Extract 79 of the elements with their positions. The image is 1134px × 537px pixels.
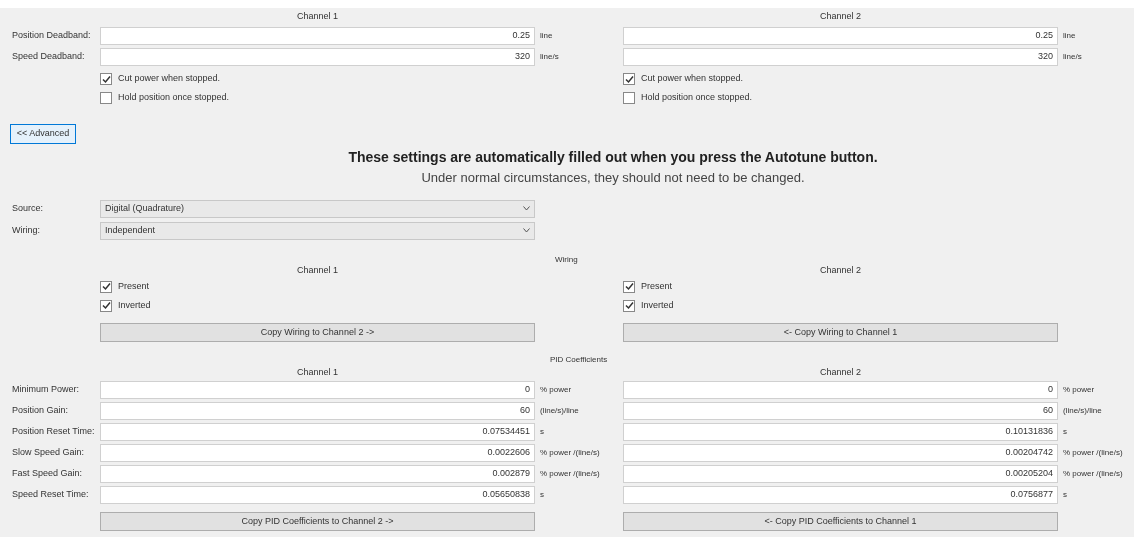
- field-label: Position Reset Time:: [12, 425, 96, 438]
- number-field[interactable]: 60: [623, 401, 1058, 420]
- unit-label: % power: [539, 383, 573, 396]
- number-field[interactable]: 0.07534451: [100, 422, 535, 441]
- field-label: Position Deadband:: [12, 29, 92, 43]
- chevron-down-icon: [523, 228, 530, 233]
- unit-label: line/s: [539, 51, 560, 63]
- channel-header: Channel 1: [296, 10, 338, 23]
- number-field[interactable]: 0.00204742: [623, 443, 1058, 462]
- checkbox-label: Present: [641, 279, 673, 293]
- unit-label: s: [539, 488, 545, 501]
- checkbox[interactable]: [100, 73, 112, 85]
- number-field[interactable]: 0.00205204: [623, 464, 1058, 483]
- field-label: Minimum Power:: [12, 383, 80, 396]
- unit-label: line: [539, 30, 554, 42]
- channel-header: Channel 1: [296, 263, 338, 277]
- checkbox[interactable]: [623, 280, 635, 293]
- number-field[interactable]: 0: [100, 380, 535, 399]
- unit-label: % power /(line/s): [1062, 467, 1124, 480]
- checkmark-icon: [101, 74, 111, 84]
- chevron-down-icon: [523, 206, 530, 211]
- unit-label: s: [539, 425, 545, 438]
- checkbox-label: Hold position once stopped.: [118, 91, 230, 105]
- field-label: Source:: [12, 201, 45, 215]
- number-field[interactable]: 60: [100, 401, 535, 420]
- number-field[interactable]: 0.002879: [100, 464, 535, 483]
- checkbox[interactable]: [100, 92, 112, 104]
- unit-label: (line/s)/line: [1062, 404, 1103, 417]
- channel-header: Channel 2: [819, 263, 861, 277]
- dropdown[interactable]: Independent: [100, 221, 535, 240]
- checkbox-label: Cut power when stopped.: [118, 72, 221, 86]
- number-field[interactable]: 0.25: [623, 27, 1058, 45]
- number-field[interactable]: 320: [623, 48, 1058, 66]
- unit-label: line/s: [1062, 51, 1083, 63]
- channel-header: Channel 1: [296, 365, 338, 379]
- number-field[interactable]: 320: [100, 48, 535, 66]
- field-label: Wiring:: [12, 223, 41, 237]
- unit-label: (line/s)/line: [539, 404, 580, 417]
- checkbox-label: Present: [118, 279, 150, 293]
- field-label: Fast Speed Gain:: [12, 467, 84, 480]
- number-field[interactable]: 0.0022606: [100, 443, 535, 462]
- checkbox[interactable]: [100, 299, 112, 312]
- section-title: PID Coefficients: [549, 353, 609, 366]
- unit-label: % power /(line/s): [539, 446, 601, 459]
- checkbox[interactable]: [623, 92, 635, 104]
- dropdown[interactable]: Digital (Quadrature): [100, 199, 535, 218]
- number-field[interactable]: 0.0756877: [623, 485, 1058, 504]
- unit-label: % power /(line/s): [539, 467, 601, 480]
- field-label: Slow Speed Gain:: [12, 446, 86, 459]
- copy-button[interactable]: <- Copy PID Coefficients to Channel 1: [623, 512, 1058, 531]
- unit-label: line: [1062, 30, 1077, 42]
- number-field[interactable]: 0.05650838: [100, 485, 535, 504]
- checkbox-label: Inverted: [118, 298, 151, 312]
- copy-button[interactable]: Copy PID Coefficients to Channel 2 ->: [100, 512, 535, 531]
- channel-header: Channel 2: [819, 365, 861, 379]
- checkbox-label: Inverted: [641, 298, 674, 312]
- number-field[interactable]: 0.10131836: [623, 422, 1058, 441]
- copy-button[interactable]: Copy Wiring to Channel 2 ->: [100, 322, 535, 342]
- channel-header: Channel 2: [819, 10, 861, 23]
- unit-label: % power: [1062, 383, 1096, 396]
- field-label: Position Gain:: [12, 404, 70, 417]
- checkbox[interactable]: [623, 299, 635, 312]
- checkmark-icon: [624, 74, 634, 84]
- notice-subtitle: Under normal circumstances, they should not need to be changed.: [421, 169, 805, 187]
- field-label: Speed Reset Time:: [12, 488, 90, 501]
- checkbox-label: Cut power when stopped.: [641, 72, 744, 86]
- checkbox-label: Hold position once stopped.: [641, 91, 753, 105]
- number-field[interactable]: 0.25: [100, 27, 535, 45]
- unit-label: % power /(line/s): [1062, 446, 1124, 459]
- section-title: Wiring: [554, 253, 579, 266]
- number-field[interactable]: 0: [623, 380, 1058, 399]
- unit-label: s: [1062, 425, 1068, 438]
- checkbox[interactable]: [623, 73, 635, 85]
- unit-label: s: [1062, 488, 1068, 501]
- field-label: Speed Deadband:: [12, 50, 86, 64]
- copy-button[interactable]: <- Copy Wiring to Channel 1: [623, 322, 1058, 342]
- checkbox[interactable]: [100, 280, 112, 293]
- advanced-button[interactable]: << Advanced: [10, 124, 76, 144]
- notice-title: These settings are automatically filled out when you press the Autotune button.: [348, 148, 878, 167]
